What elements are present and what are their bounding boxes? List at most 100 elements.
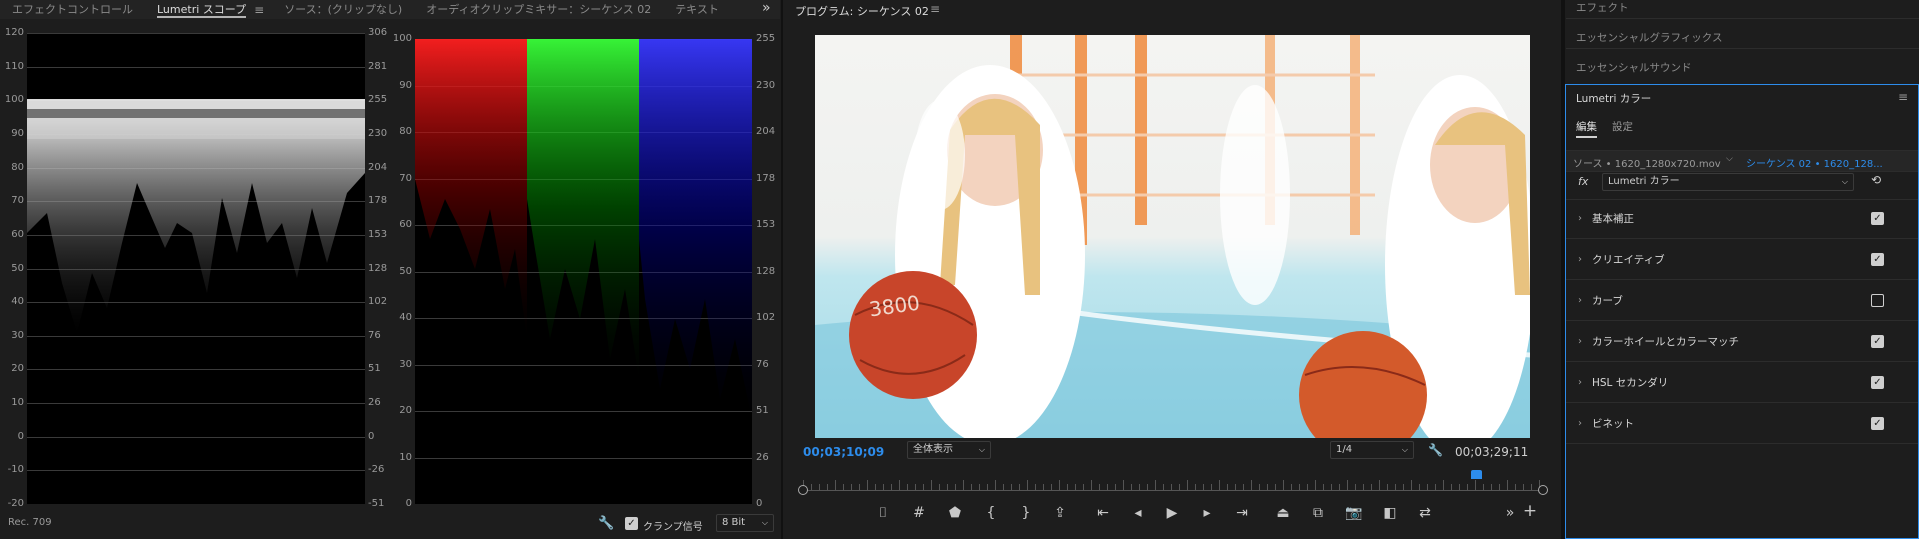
camera-icon[interactable]: 📷 (1344, 505, 1364, 521)
scale-label: 153 (756, 219, 776, 230)
scale-label: 26 (756, 451, 769, 463)
ruler-line (803, 490, 1543, 491)
tab-settings[interactable]: 設定 (1612, 119, 1633, 134)
rgb-parade-scope (415, 39, 752, 504)
scale-label: 230 (756, 79, 776, 91)
essential-graphics-header[interactable]: エッセンシャルグラフィックス (1566, 27, 1919, 49)
section-enable-checkbox[interactable] (1871, 293, 1884, 307)
ruler-tick (1443, 480, 1444, 490)
scale-label: -20 (7, 498, 24, 509)
essential-sound-header[interactable]: エッセンシャルサウンド (1566, 57, 1919, 79)
waveform-trace (27, 99, 365, 333)
in-bracket-icon[interactable]: { (981, 505, 1001, 521)
effect-select[interactable]: Lumetri カラー ⌵ (1602, 173, 1854, 191)
ruler-tick (1187, 480, 1188, 490)
tab-audio-mixer[interactable]: オーディオクリップミキサー：シーケンス 02 (414, 0, 663, 19)
chevron-right-icon[interactable]: › (1578, 377, 1592, 388)
bit-depth-select[interactable]: 8 Bit ⌵ (716, 514, 774, 532)
scale-label: 30 (11, 329, 24, 341)
section-enable-checkbox[interactable]: ✓ (1871, 416, 1884, 430)
tab-source[interactable]: ソース：(クリップなし) (272, 0, 414, 19)
chevron-down-icon: ⌵ (1401, 445, 1408, 454)
ruler-tick (899, 480, 900, 490)
scale-label: 80 (399, 126, 412, 137)
mark-in-icon[interactable]: # (909, 505, 929, 521)
step-forward-icon[interactable]: ▸ (1197, 505, 1217, 521)
go-to-in-icon[interactable]: ⇤ (1093, 505, 1113, 521)
scale-label: 0 (368, 430, 375, 442)
resolution-value: 1/4 (1336, 444, 1353, 455)
scale-label: 60 (399, 219, 412, 230)
export-frame-icon[interactable]: ⇪ (1050, 505, 1070, 521)
clamp-checkbox[interactable]: ✓ (625, 517, 638, 530)
lumetri-section-5[interactable]: › ビネット ✓ (1566, 403, 1918, 444)
chevron-down-icon[interactable]: ⌵ (1726, 154, 1733, 164)
chevron-right-icon[interactable]: › (1578, 254, 1592, 265)
wrench-icon[interactable]: 🔧 (598, 516, 614, 531)
lumetri-section-0[interactable]: › 基本補正 ✓ (1566, 198, 1918, 239)
step-back-icon[interactable]: ◂ (1128, 505, 1148, 521)
fx-icon: fx (1578, 175, 1589, 188)
add-marker-icon[interactable]: ⌷ (873, 505, 893, 521)
section-enable-checkbox[interactable]: ✓ (1871, 375, 1884, 389)
timecode-current[interactable]: 00;03;10;09 (803, 445, 884, 459)
section-enable-checkbox[interactable]: ✓ (1871, 211, 1884, 225)
source-clip-label[interactable]: ソース • 1620_1280x720.mov (1573, 155, 1721, 170)
comparison-view-icon[interactable]: ◧ (1380, 505, 1400, 521)
chevron-right-icon[interactable]: › (1578, 336, 1592, 347)
tab-lumetri-scopes[interactable]: Lumetri スコープ (145, 0, 258, 19)
ruler-tick (1347, 480, 1348, 490)
chevron-right-icon[interactable]: › (1578, 418, 1592, 429)
zoom-value: 全体表示 (913, 444, 953, 455)
lumetri-section-1[interactable]: › クリエイティブ ✓ (1566, 239, 1918, 280)
more-tabs-icon[interactable]: » (762, 0, 771, 16)
more-controls-icon[interactable]: » (1500, 505, 1520, 521)
extract-icon[interactable]: ⧉ (1308, 505, 1328, 521)
scale-label: 20 (11, 363, 24, 375)
lumetri-section-4[interactable]: › HSL セカンダリ ✓ (1566, 362, 1918, 403)
section-enable-checkbox[interactable]: ✓ (1871, 334, 1884, 348)
playhead[interactable] (1471, 470, 1483, 479)
time-ruler[interactable] (798, 470, 1548, 495)
tab-effect-controls[interactable]: エフェクトコントロール (0, 0, 145, 19)
scale-label: 90 (399, 79, 412, 91)
marker-icon[interactable]: ⬟ (945, 505, 965, 521)
essential-sound-label: エッセンシャルサウンド (1576, 62, 1692, 74)
chevron-down-icon: ⌵ (1841, 177, 1848, 186)
settings-wrench-icon[interactable]: 🔧 (1428, 443, 1443, 457)
go-to-out-icon[interactable]: ⇥ (1232, 505, 1252, 521)
scale-label: 20 (399, 405, 412, 416)
proxy-toggle-icon[interactable]: ⇄ (1415, 505, 1435, 521)
resolution-select[interactable]: 1/4 ⌵ (1330, 441, 1414, 459)
lift-icon[interactable]: ⏏ (1273, 505, 1293, 521)
scale-label: 0 (405, 498, 412, 509)
timecode-duration: 00;03;29;11 (1455, 445, 1529, 459)
tab-edit[interactable]: 編集 (1576, 119, 1597, 138)
out-point-handle[interactable] (1538, 485, 1548, 495)
sequence-clip-label[interactable]: シーケンス 02 • 1620_128... (1746, 155, 1883, 170)
program-menu-icon[interactable]: ≡ (930, 2, 940, 16)
out-bracket-icon[interactable]: } (1016, 505, 1036, 521)
lumetri-menu-icon[interactable]: ≡ (1898, 90, 1908, 104)
scale-label: 102 (756, 312, 776, 323)
chevron-right-icon[interactable]: › (1578, 213, 1592, 224)
scale-label: 80 (11, 161, 24, 173)
section-label: カラーホイールとカラーマッチ (1592, 335, 1739, 348)
section-label: HSL セカンダリ (1592, 376, 1669, 389)
ruler-tick (1027, 480, 1028, 490)
chevron-right-icon[interactable]: › (1578, 295, 1592, 306)
zoom-select[interactable]: 全体表示 ⌵ (907, 441, 991, 459)
play-icon[interactable]: ▶ (1162, 505, 1182, 521)
tab-lumetri-scopes-label: Lumetri スコープ (157, 3, 247, 16)
in-point-handle[interactable] (798, 485, 808, 495)
tab-text[interactable]: テキスト (663, 0, 731, 19)
program-video-frame: 3800 (815, 35, 1530, 438)
reset-icon[interactable]: ⟲ (1871, 173, 1881, 187)
button-editor-plus-icon[interactable]: + (1520, 503, 1540, 520)
color-space-label: Rec. 709 (8, 517, 52, 528)
effects-panel-header[interactable]: エフェクト (1566, 0, 1919, 19)
section-enable-checkbox[interactable]: ✓ (1871, 252, 1884, 266)
lumetri-section-3[interactable]: › カラーホイールとカラーマッチ ✓ (1566, 321, 1918, 362)
program-title: プログラム: シーケンス 02 (795, 5, 929, 18)
lumetri-section-2[interactable]: › カーブ (1566, 280, 1918, 321)
